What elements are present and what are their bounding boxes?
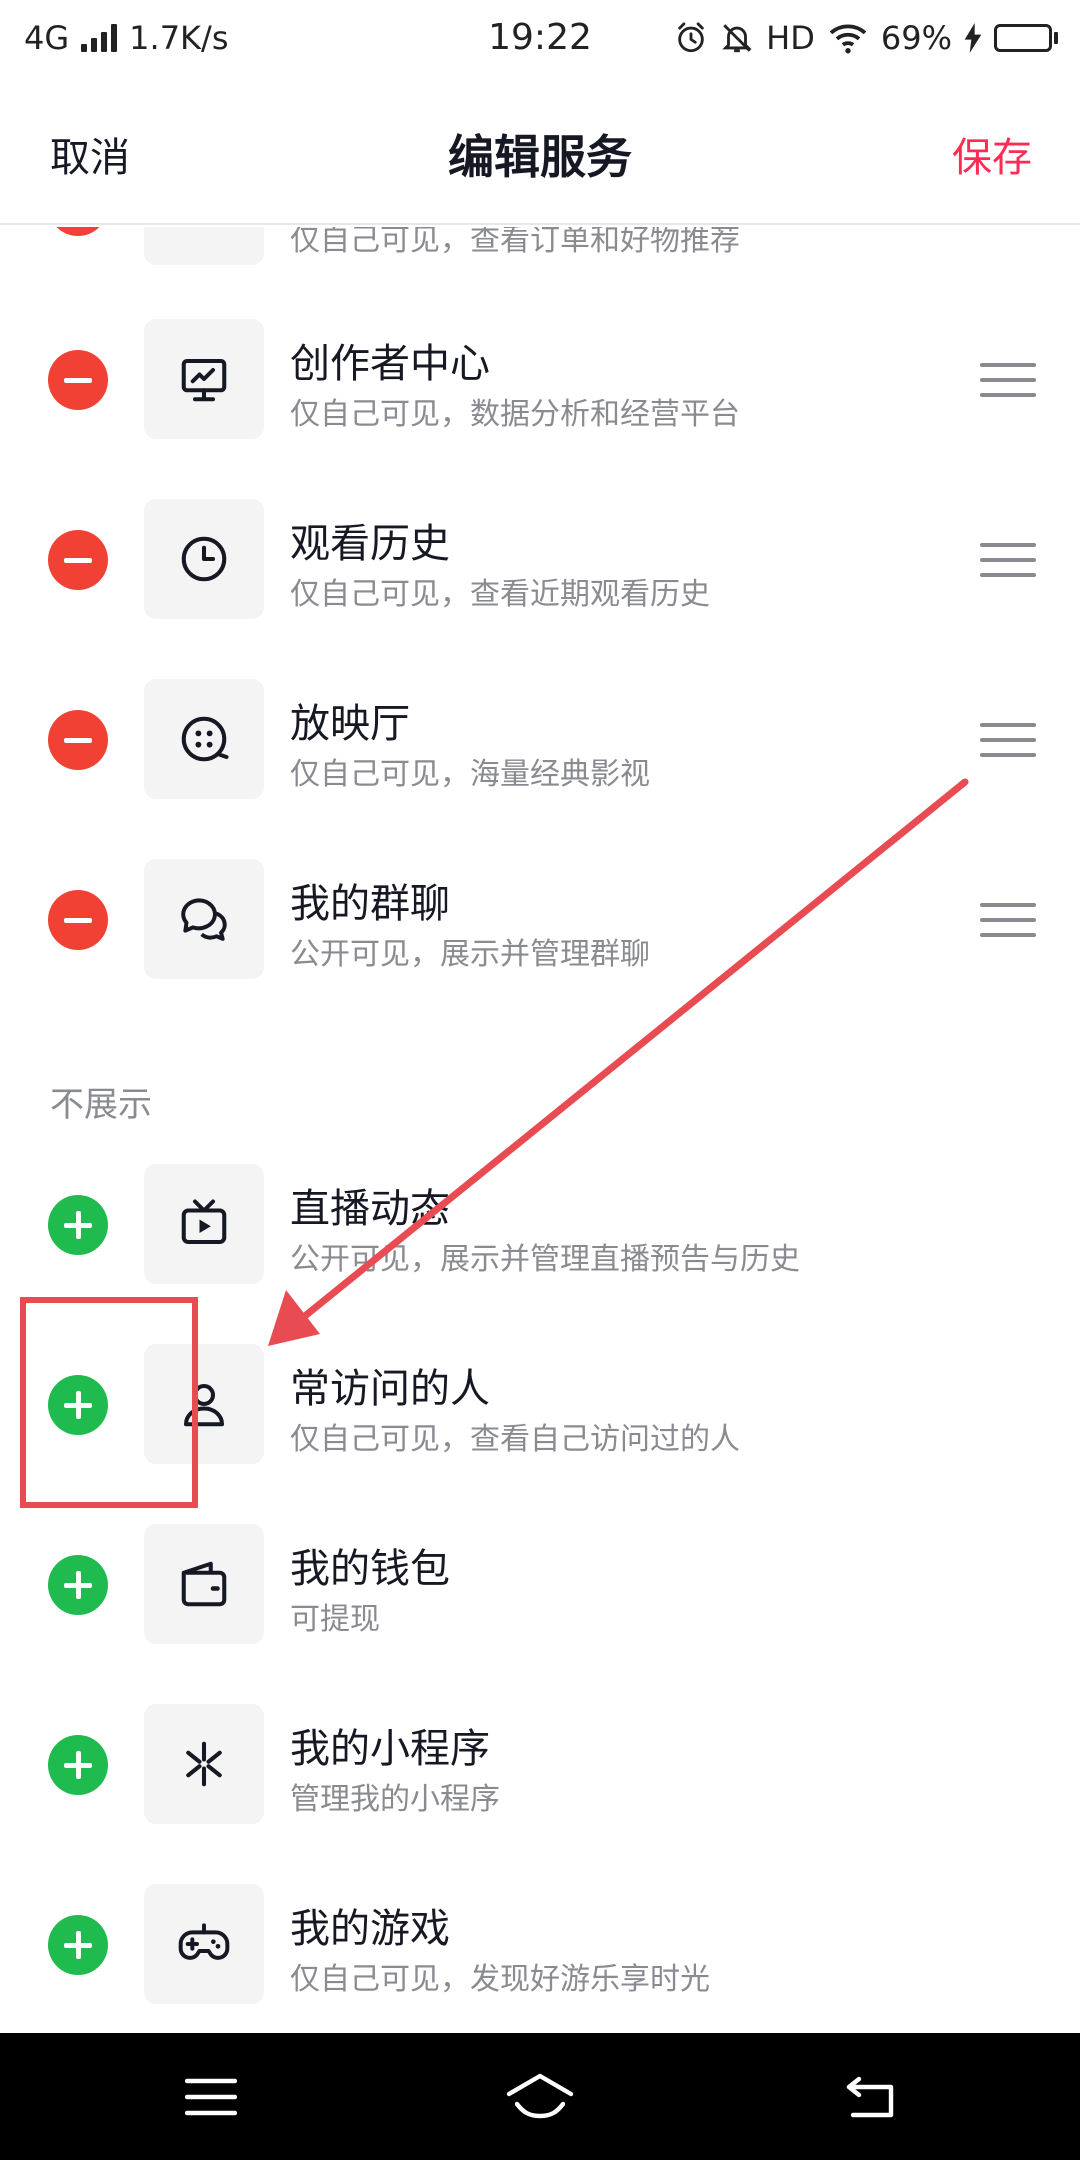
wallet-icon xyxy=(144,1524,264,1644)
item-title: 观看历史 xyxy=(290,521,450,567)
item-title: 直播动态 xyxy=(290,1186,450,1232)
list-item: 观看历史 仅自己可见，查看近期观看历史 xyxy=(0,499,1080,619)
drag-handle-icon[interactable] xyxy=(980,363,1036,397)
cart-icon xyxy=(144,227,264,265)
page-title: 编辑服务 xyxy=(448,130,632,184)
item-subtitle: 公开可见，展示并管理直播预告与历史 xyxy=(290,1242,800,1277)
alarm-icon xyxy=(678,21,704,52)
header-bar: 取消 编辑服务 保存 xyxy=(0,75,1080,225)
list-item: 我的小程序 管理我的小程序 xyxy=(0,1704,1080,1824)
item-subtitle: 仅自己可见，查看订单和好物推荐 xyxy=(290,227,740,258)
save-button[interactable]: 保存 xyxy=(952,125,1032,183)
item-title: 常访问的人 xyxy=(290,1366,490,1412)
item-subtitle: 仅自己可见，查看自己访问过的人 xyxy=(290,1422,740,1457)
chat-bubbles-icon xyxy=(144,859,264,979)
battery-icon xyxy=(994,23,1058,52)
back-icon xyxy=(846,2076,894,2117)
film-reel-icon xyxy=(144,679,264,799)
list-item: 我的游戏 仅自己可见，发现好游乐享时光 xyxy=(0,1884,1080,2004)
item-subtitle: 仅自己可见，数据分析和经营平台 xyxy=(290,397,740,432)
remove-button[interactable] xyxy=(48,890,108,950)
item-subtitle: 仅自己可见，查看近期观看历史 xyxy=(290,577,710,612)
system-nav-bar xyxy=(0,2033,1080,2160)
item-subtitle: 公开可见，展示并管理群聊 xyxy=(290,937,650,972)
drag-handle-icon[interactable] xyxy=(980,903,1036,937)
annotation-highlight-box xyxy=(20,1297,198,1508)
list-item: 放映厅 仅自己可见，海量经典影视 xyxy=(0,679,1080,799)
menu-nav-button[interactable] xyxy=(131,2033,291,2160)
item-title: 我的小程序 xyxy=(290,1726,490,1772)
item-subtitle: 仅自己可见，海量经典影视 xyxy=(290,757,650,792)
remove-button[interactable] xyxy=(48,350,108,410)
gamepad-icon xyxy=(144,1884,264,2004)
item-title: 我的群聊 xyxy=(290,881,450,927)
network-type: 4G xyxy=(24,18,70,57)
add-button[interactable] xyxy=(48,1555,108,1615)
tv-play-icon xyxy=(144,1164,264,1284)
home-icon xyxy=(506,2073,574,2118)
remove-button[interactable] xyxy=(48,530,108,590)
status-bar: 4G 1.7K/s 19:22 HD 69% xyxy=(0,0,1080,75)
service-list[interactable]: 仅自己可见，查看订单和好物推荐 创作者中心 仅自己可见，数据分析和经营平台 观看… xyxy=(0,227,1080,2033)
network-speed: 1.7K/s xyxy=(129,18,229,57)
drag-handle-icon[interactable] xyxy=(980,543,1036,577)
signal-icon xyxy=(81,23,118,52)
remove-button[interactable] xyxy=(48,227,108,236)
list-item: 直播动态 公开可见，展示并管理直播预告与历史 xyxy=(0,1164,1080,1284)
add-button[interactable] xyxy=(48,1195,108,1255)
clock-icon xyxy=(144,499,264,619)
home-nav-button[interactable] xyxy=(460,2033,620,2160)
wifi-icon xyxy=(829,24,867,53)
charging-icon xyxy=(964,22,982,53)
list-item: 我的群聊 公开可见，展示并管理群聊 xyxy=(0,859,1080,979)
hd-indicator: HD xyxy=(766,18,815,57)
section-label-hidden: 不展示 xyxy=(50,1085,152,1125)
item-title: 我的游戏 xyxy=(290,1906,450,1952)
asterisk-icon xyxy=(144,1704,264,1824)
list-item: 创作者中心 仅自己可见，数据分析和经营平台 xyxy=(0,319,1080,439)
mute-bell-icon xyxy=(722,23,752,52)
drag-handle-icon[interactable] xyxy=(980,723,1036,757)
list-item: 我的钱包 可提现 xyxy=(0,1524,1080,1644)
chart-monitor-icon xyxy=(144,319,264,439)
add-button[interactable] xyxy=(48,1735,108,1795)
item-title: 创作者中心 xyxy=(290,341,490,387)
item-title: 放映厅 xyxy=(290,701,410,747)
list-item: 仅自己可见，查看订单和好物推荐 xyxy=(0,227,1080,265)
item-title: 我的钱包 xyxy=(290,1546,450,1592)
add-button[interactable] xyxy=(48,1915,108,1975)
item-subtitle: 管理我的小程序 xyxy=(290,1782,500,1817)
item-subtitle: 可提现 xyxy=(290,1602,380,1637)
back-nav-button[interactable] xyxy=(790,2033,950,2160)
battery-percent: 69% xyxy=(880,18,952,57)
menu-icon xyxy=(185,2078,237,2115)
remove-button[interactable] xyxy=(48,710,108,770)
item-subtitle: 仅自己可见，发现好游乐享时光 xyxy=(290,1962,710,1997)
